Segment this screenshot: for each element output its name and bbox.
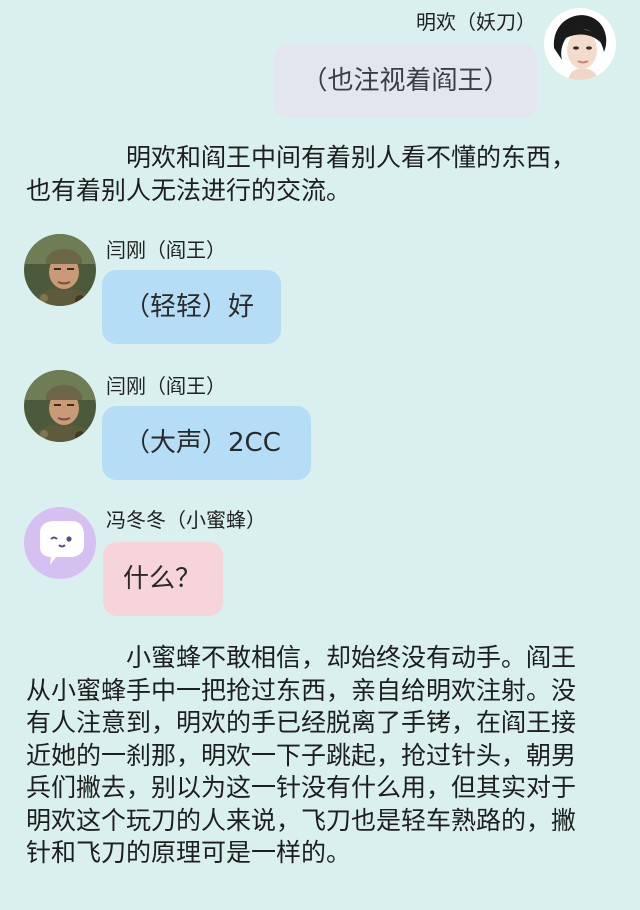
message-text: （大声）2CC <box>124 428 281 458</box>
narration-paragraph: 明欢和阎王中间有着别人看不懂的东西，也有着别人无法进行的交流。 <box>26 143 577 205</box>
message-bubble[interactable]: （也注视着阎王） <box>274 44 537 118</box>
message-bubble[interactable]: （大声）2CC <box>102 406 311 480</box>
man-camo-portrait-avatar[interactable] <box>24 234 96 306</box>
woman-portrait-avatar[interactable] <box>544 8 616 80</box>
sender-name: 明欢（妖刀） <box>416 10 536 34</box>
sender-name: 冯冬冬（小蜜蜂） <box>106 508 266 532</box>
sender-name: 闫刚（阎王） <box>106 238 226 262</box>
message-text: （也注视着阎王） <box>301 66 510 96</box>
message-bubble[interactable]: 什么？ <box>103 542 223 616</box>
message-text: 什么？ <box>123 564 202 594</box>
man-camo-portrait-avatar[interactable] <box>24 370 96 442</box>
narration-paragraph: 小蜜蜂不敢相信，却始终没有动手。阎王从小蜜蜂手中一把抢过东西，亲自给明欢注射。没… <box>26 643 577 867</box>
sender-name: 闫刚（阎王） <box>106 374 226 398</box>
chat-bubble-cartoon-avatar[interactable] <box>24 507 96 579</box>
message-text: （轻轻）好 <box>124 292 255 322</box>
message-bubble[interactable]: （轻轻）好 <box>102 270 281 344</box>
